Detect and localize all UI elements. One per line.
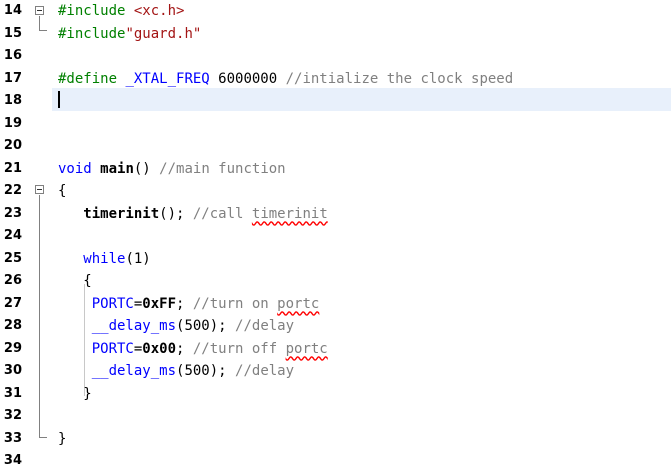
- code-token: __delay_ms: [58, 363, 177, 379]
- code-line[interactable]: 24: [0, 225, 671, 248]
- code-token: {: [58, 273, 92, 289]
- line-number: 23: [3, 205, 22, 221]
- line-number: 30: [3, 363, 22, 378]
- code-token: //intialize the clock speed: [285, 70, 514, 87]
- line-number: 17: [3, 70, 22, 86]
- code-line[interactable]: 19: [0, 113, 671, 136]
- line-number: 18: [3, 93, 22, 108]
- code-line[interactable]: 32: [0, 405, 671, 428]
- code-line[interactable]: 16: [0, 45, 671, 68]
- code-token: //delay: [235, 363, 295, 379]
- code-token: }: [58, 385, 92, 402]
- code-text: timerinit(); //call timerinit: [58, 203, 328, 226]
- line-number: 28: [3, 318, 22, 333]
- line-number: 34: [3, 453, 22, 468]
- code-token: //delay: [235, 318, 295, 334]
- code-text: PORTC=0xFF; //turn on portc: [58, 293, 320, 316]
- code-line[interactable]: 14 #include <xc.h>: [0, 0, 671, 23]
- code-text: #define _XTAL_FREQ 6000000 //intialize t…: [58, 68, 513, 91]
- code-token: _XTAL_FREQ: [125, 70, 210, 87]
- line-number: 15: [3, 25, 22, 41]
- code-line[interactable]: 20: [0, 135, 671, 158]
- code-token: __delay_ms: [58, 318, 177, 334]
- code-line[interactable]: 21 void main() //main function: [0, 158, 671, 181]
- code-line[interactable]: 33}: [0, 428, 671, 451]
- code-token: main: [100, 160, 134, 177]
- code-token: "guard.h": [125, 25, 202, 42]
- code-token: 0xFF: [142, 295, 177, 312]
- line-number: 26: [3, 273, 22, 288]
- code-token: ();: [159, 205, 193, 222]
- code-line[interactable]: 25 while(1): [0, 248, 671, 271]
- line-number: 27: [3, 295, 22, 311]
- code-line[interactable]: 31 }: [0, 383, 671, 406]
- code-token: //turn off: [192, 340, 286, 357]
- code-line[interactable]: 18: [0, 90, 671, 113]
- code-line[interactable]: 30 __delay_ms(500); //delay: [0, 360, 671, 383]
- code-token: #define: [58, 70, 126, 87]
- code-text: {: [58, 180, 66, 203]
- code-line[interactable]: 15 #include"guard.h": [0, 23, 671, 46]
- code-text: }: [58, 383, 92, 406]
- code-token: timerinit: [58, 205, 160, 222]
- line-number: 29: [3, 340, 22, 356]
- code-token: //turn on: [192, 295, 278, 312]
- line-number: 20: [3, 138, 22, 153]
- code-token: while: [58, 250, 126, 267]
- line-number: 21: [3, 160, 22, 176]
- code-token: void: [58, 160, 101, 177]
- code-text: #include"guard.h": [58, 23, 201, 46]
- text-caret: [58, 91, 60, 108]
- code-line[interactable]: 34: [0, 450, 671, 473]
- code-text: PORTC=0x00; //turn off portc: [58, 338, 328, 361]
- code-line[interactable]: 26 {: [0, 270, 671, 293]
- code-token: 6000000: [209, 70, 286, 87]
- code-token: ;: [176, 340, 193, 357]
- line-number: 16: [3, 48, 22, 63]
- code-token: //call: [192, 205, 252, 222]
- code-token: //main function: [159, 160, 286, 177]
- code-token: {: [58, 183, 67, 199]
- code-token: <xc.h>: [133, 3, 185, 19]
- code-token: (500);: [176, 318, 236, 334]
- code-token: portc: [277, 295, 320, 312]
- code-token: (): [133, 160, 160, 177]
- code-token: 0x00: [142, 340, 177, 357]
- code-line[interactable]: 22 {: [0, 180, 671, 203]
- code-token: ;: [176, 295, 193, 312]
- code-text: #include <xc.h>: [58, 0, 184, 23]
- code-line[interactable]: 17 #define _XTAL_FREQ 6000000 //intialize…: [0, 68, 671, 91]
- code-token: timerinit: [251, 205, 328, 222]
- code-text: void main() //main function: [58, 158, 286, 181]
- code-text: while(1): [58, 248, 151, 271]
- code-text: }: [58, 428, 66, 451]
- code-line[interactable]: 27 PORTC=0xFF; //turn on portc: [0, 293, 671, 316]
- code-line[interactable]: 23 timerinit(); //call timerinit: [0, 203, 671, 226]
- code-token: (1): [125, 250, 151, 267]
- line-number: 14: [3, 3, 22, 18]
- line-number: 24: [3, 228, 22, 243]
- code-text: {: [58, 270, 92, 293]
- code-editor[interactable]: 14 #include <xc.h> 15 #include"guard.h" 16 17…: [0, 0, 671, 468]
- code-token: PORTC: [58, 295, 134, 312]
- code-token: (500);: [176, 363, 236, 379]
- line-number: 32: [3, 408, 22, 423]
- code-token: }: [58, 430, 67, 447]
- line-number: 25: [3, 250, 22, 266]
- code-token: #include: [58, 25, 126, 42]
- code-text: __delay_ms(500); //delay: [58, 360, 294, 383]
- line-number: 22: [3, 183, 22, 198]
- code-token: portc: [285, 340, 328, 357]
- code-line[interactable]: 29 PORTC=0x00; //turn off portc: [0, 338, 671, 361]
- code-line[interactable]: 28 __delay_ms(500); //delay: [0, 315, 671, 338]
- code-text: __delay_ms(500); //delay: [58, 315, 294, 338]
- line-number: 31: [3, 385, 22, 401]
- line-number: 19: [3, 115, 22, 131]
- code-token: PORTC: [58, 340, 134, 357]
- line-number: 33: [3, 430, 22, 446]
- code-token: #include: [58, 3, 134, 19]
